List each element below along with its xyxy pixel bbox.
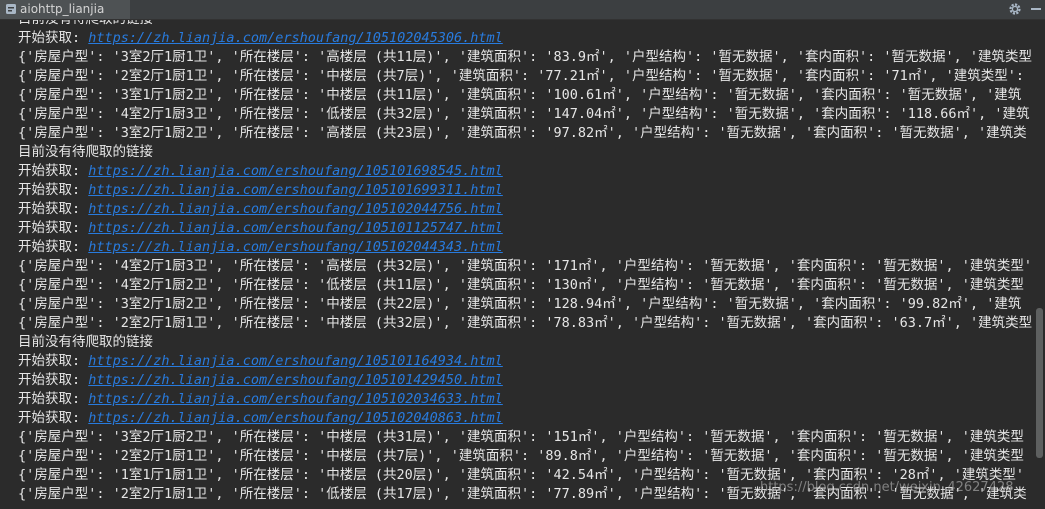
console-link[interactable]: https://zh.lianjia.com/ershoufang/105101… (88, 220, 503, 236)
console-link[interactable]: https://zh.lianjia.com/ershoufang/105101… (88, 163, 503, 179)
fetch-prefix: 开始获取: (18, 372, 89, 388)
console-fetch-line: 开始获取: https://zh.lianjia.com/ershoufang/… (18, 29, 1034, 48)
console-line: {'房屋户型': '3室2厅1厨2卫', '所在楼层': '中楼层 (共22层)… (18, 296, 1022, 312)
watermark: https://blog.csdn.net/weixin_42627428 (760, 480, 1014, 495)
console-fetch-line: 开始获取: https://zh.lianjia.com/ershoufang/… (18, 352, 1034, 371)
console-fetch-line: 开始获取: https://zh.lianjia.com/ershoufang/… (18, 162, 1034, 181)
console-line: {'房屋户型': '2室2厅1厨1卫', '所在楼层': '中楼层 (共7层)'… (18, 448, 1024, 464)
fetch-prefix: 开始获取: (18, 353, 89, 369)
console-fetch-line: 开始获取: https://zh.lianjia.com/ershoufang/… (18, 409, 1034, 428)
fetch-prefix: 开始获取: (18, 182, 89, 198)
python-console-icon (6, 4, 16, 14)
console-line: {'房屋户型': '3室2厅1厨1卫', '所在楼层': '高楼层 (共11层)… (18, 49, 1034, 65)
fetch-prefix: 开始获取: (18, 410, 89, 426)
console-output[interactable]: 目前没有待爬取的链接开始获取: https://zh.lianjia.com/e… (0, 10, 1034, 509)
console-link[interactable]: https://zh.lianjia.com/ershoufang/105101… (88, 353, 503, 369)
run-tab-title: aiohttp_lianjia (20, 2, 105, 16)
console-line: {'房屋户型': '3室1厅1厨2卫', '所在楼层': '中楼层 (共11层)… (18, 87, 1022, 103)
gear-icon[interactable] (1007, 1, 1023, 17)
console-line: {'房屋户型': '4室2厅1厨3卫', '所在楼层': '低楼层 (共32层)… (18, 106, 1030, 122)
fetch-prefix: 开始获取: (18, 201, 89, 217)
fetch-prefix: 开始获取: (18, 163, 89, 179)
run-tab-bar: aiohttp_lianjia (0, 0, 1045, 20)
console-link[interactable]: https://zh.lianjia.com/ershoufang/105102… (88, 239, 503, 255)
console-link[interactable]: https://zh.lianjia.com/ershoufang/105102… (88, 410, 503, 426)
console-fetch-line: 开始获取: https://zh.lianjia.com/ershoufang/… (18, 390, 1034, 409)
console-line: 目前没有待爬取的链接 (18, 334, 153, 350)
console-fetch-line: 开始获取: https://zh.lianjia.com/ershoufang/… (18, 219, 1034, 238)
run-console-window: 目前没有待爬取的链接开始获取: https://zh.lianjia.com/e… (0, 0, 1045, 509)
console-link[interactable]: https://zh.lianjia.com/ershoufang/105102… (88, 391, 503, 407)
fetch-prefix: 开始获取: (18, 239, 89, 255)
console-line: {'房屋户型': '3室2厅1厨2卫', '所在楼层': '高楼层 (共23层)… (18, 125, 1027, 141)
console-fetch-line: 开始获取: https://zh.lianjia.com/ershoufang/… (18, 371, 1034, 390)
console-link[interactable]: https://zh.lianjia.com/ershoufang/105102… (88, 30, 503, 46)
console-link[interactable]: https://zh.lianjia.com/ershoufang/105101… (88, 182, 503, 198)
console-link[interactable]: https://zh.lianjia.com/ershoufang/105102… (88, 201, 503, 217)
fetch-prefix: 开始获取: (18, 30, 89, 46)
fetch-prefix: 开始获取: (18, 220, 89, 236)
console-line: {'房屋户型': '4室2厅1厨2卫', '所在楼层': '低楼层 (共11层)… (18, 277, 1024, 293)
console-fetch-line: 开始获取: https://zh.lianjia.com/ershoufang/… (18, 238, 1034, 257)
console-link[interactable]: https://zh.lianjia.com/ershoufang/105101… (88, 372, 503, 388)
console-line: {'房屋户型': '4室2厅1厨3卫', '所在楼层': '高楼层 (共32层)… (18, 258, 1034, 274)
console-fetch-line: 开始获取: https://zh.lianjia.com/ershoufang/… (18, 181, 1034, 200)
console-fetch-line: 开始获取: https://zh.lianjia.com/ershoufang/… (18, 200, 1034, 219)
run-tab[interactable]: aiohttp_lianjia (0, 0, 130, 19)
console-line: 目前没有待爬取的链接 (18, 144, 153, 160)
minimize-icon[interactable] (1031, 8, 1041, 10)
fetch-prefix: 开始获取: (18, 391, 89, 407)
scrollbar-thumb[interactable] (1036, 308, 1043, 458)
console-line: {'房屋户型': '2室2厅1厨1卫', '所在楼层': '中楼层 (共32层)… (18, 315, 1033, 331)
console-line: {'房屋户型': '2室2厅1厨1卫', '所在楼层': '中楼层 (共7层)'… (18, 68, 1034, 84)
vertical-scrollbar[interactable] (1034, 20, 1045, 509)
console-line: {'房屋户型': '3室2厅1厨2卫', '所在楼层': '中楼层 (共31层)… (18, 429, 1024, 445)
